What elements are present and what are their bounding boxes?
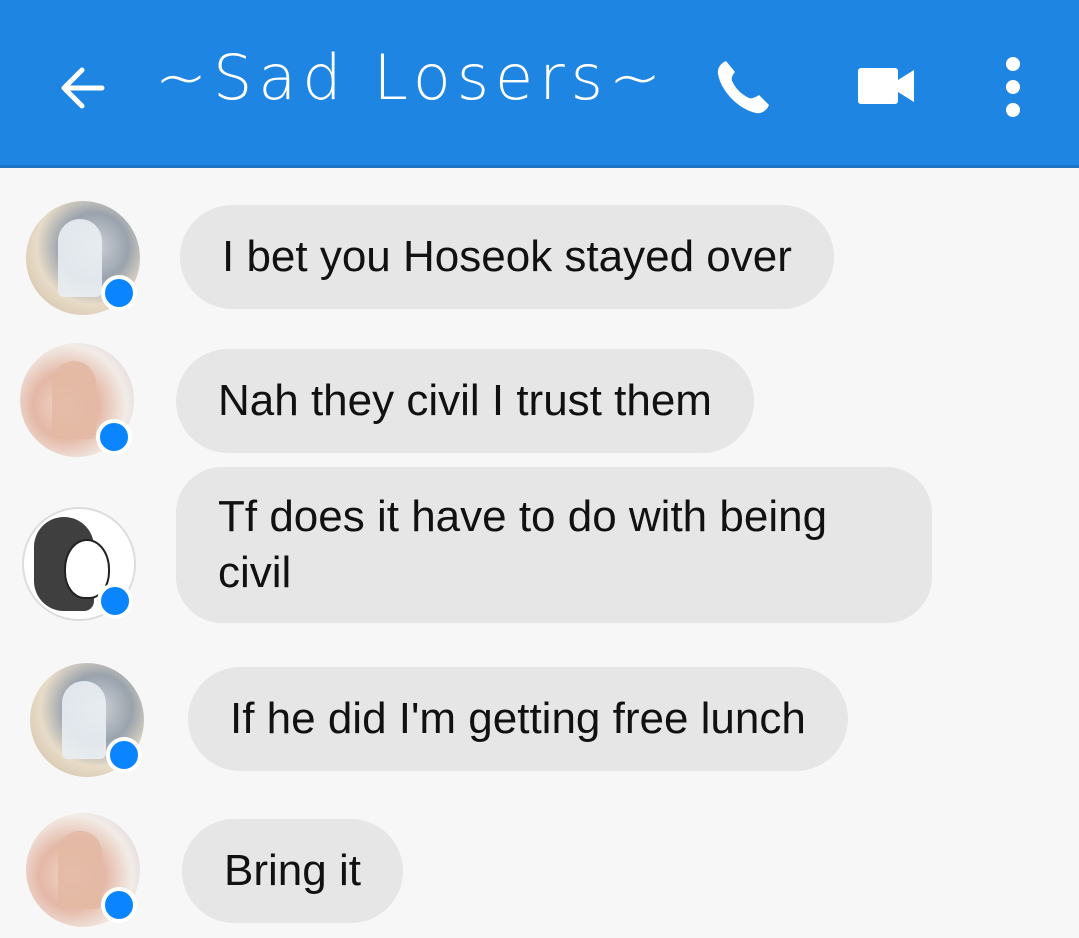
message-row: Nah they civil I trust them — [0, 343, 1079, 463]
avatar-photo — [58, 219, 102, 297]
message-row: I bet you Hoseok stayed over — [0, 199, 1079, 319]
messenger-badge-icon — [101, 275, 137, 311]
messenger-badge-icon — [101, 887, 137, 923]
video-camera-icon — [858, 68, 914, 104]
call-button[interactable] — [712, 57, 774, 119]
message-row: If he did I'm getting free lunch — [0, 663, 1079, 783]
more-vertical-icon — [1006, 57, 1020, 117]
more-options-button[interactable] — [996, 54, 1030, 120]
back-button[interactable] — [56, 60, 112, 116]
avatar-photo — [58, 831, 102, 909]
message-row: Bring it — [0, 811, 1079, 931]
message-row: Tf does it have to do with being civil — [0, 467, 1079, 627]
back-arrow-icon — [61, 67, 105, 109]
avatar-photo — [62, 681, 106, 759]
messenger-badge-icon — [96, 419, 132, 455]
phone-icon — [717, 61, 769, 114]
message-bubble[interactable]: Tf does it have to do with being civil — [176, 467, 932, 623]
avatar-photo — [52, 361, 96, 439]
messenger-badge-icon — [97, 583, 133, 619]
messenger-badge-icon — [106, 737, 142, 773]
message-thread[interactable]: I bet you Hoseok stayed over Nah they ci… — [0, 171, 1079, 938]
message-bubble[interactable]: Nah they civil I trust them — [176, 349, 754, 453]
message-bubble[interactable]: If he did I'm getting free lunch — [188, 667, 848, 771]
chat-header: ~Sad Losers~ — [0, 0, 1079, 168]
message-bubble[interactable]: I bet you Hoseok stayed over — [180, 205, 834, 309]
conversation-title[interactable]: ~Sad Losers~ — [155, 38, 667, 118]
message-bubble[interactable]: Bring it — [182, 819, 403, 923]
video-call-button[interactable] — [856, 64, 918, 108]
